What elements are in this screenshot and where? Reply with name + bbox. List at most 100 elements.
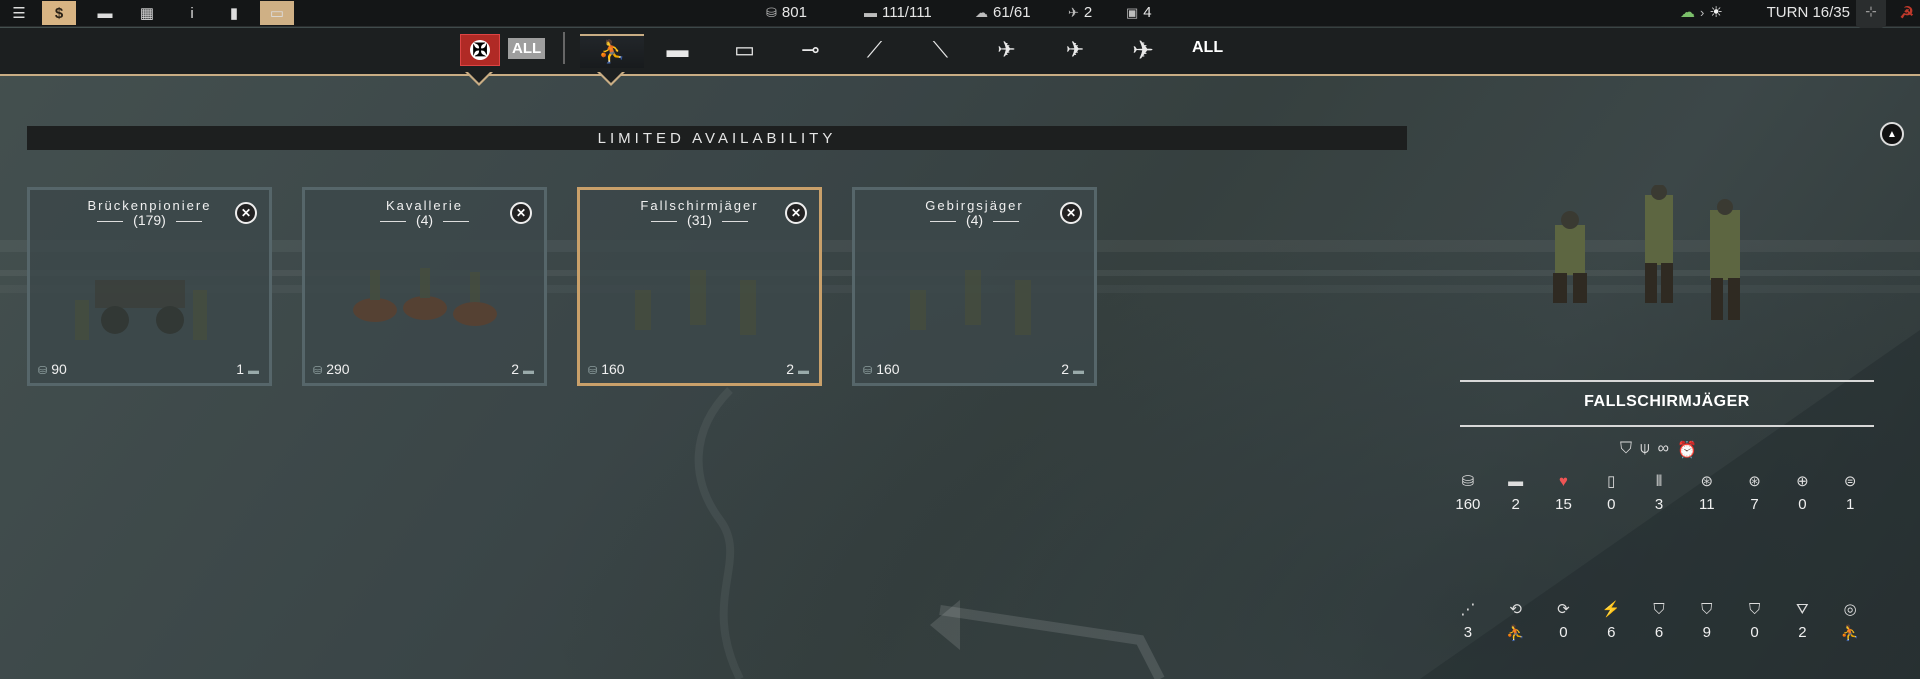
- tactical-bomber-icon: ✈: [1065, 37, 1085, 62]
- unit-name: Brückenpioniere: [87, 198, 212, 213]
- info-button[interactable]: i: [175, 1, 209, 25]
- category-recon[interactable]: ▭: [722, 34, 767, 66]
- stat-value: 3: [1463, 624, 1473, 641]
- recon-vehicle-icon: ▭: [734, 37, 755, 62]
- category-infantry[interactable]: ⛹: [580, 34, 644, 68]
- shield-trait-icon: ⛉: [1620, 440, 1633, 457]
- unit-cost-value: 290: [326, 361, 350, 377]
- unit-availability-count: (31): [580, 212, 819, 228]
- unit-cost: ⛁ 160: [863, 361, 900, 377]
- category-anti-tank[interactable]: ⊸: [788, 34, 833, 66]
- aux-slots-value: 61/61: [993, 4, 1031, 21]
- weather-indicator: ☁ › ☀: [1680, 3, 1723, 21]
- remove-button[interactable]: ✕: [1060, 202, 1082, 224]
- bridge-engineers-illustration: [75, 280, 207, 340]
- other-slots-value: 4: [1143, 4, 1152, 21]
- health-icon: ♥: [1559, 473, 1568, 490]
- menu-button[interactable]: ☰: [2, 1, 36, 25]
- alarm-trait-icon: ⏰: [1677, 442, 1697, 459]
- selected-unit-name: FALLSCHIRMJÄGER: [1584, 393, 1750, 410]
- movement-type-icon: ⟲: [1509, 601, 1522, 618]
- overview-button[interactable]: ▦: [130, 1, 164, 25]
- tank-icon: ▬: [798, 365, 809, 377]
- target-type-icon: ◎: [1843, 601, 1857, 618]
- sun-icon: ☀: [1709, 4, 1723, 21]
- tank-icon: ▬: [666, 37, 689, 62]
- stat-ammo: ⦀ 3: [1635, 472, 1683, 513]
- collapse-panel-button[interactable]: ▲: [1880, 122, 1904, 146]
- artillery-icon: ⟋: [866, 37, 883, 62]
- mountain-troops-illustration: [910, 270, 1031, 335]
- initiative-icon: ⟳: [1557, 601, 1570, 618]
- minimap-button[interactable]: ▭: [260, 1, 294, 25]
- chat-icon: ▬: [97, 4, 113, 22]
- stat-naval-attack: ⊜ 1: [1826, 472, 1874, 513]
- stat-value: 6: [1654, 624, 1664, 641]
- stat-value: 9: [1702, 624, 1711, 641]
- coins-icon: ⛁: [38, 365, 48, 377]
- iron-cross-icon: ✠: [470, 40, 490, 60]
- stat-health: ♥ 15: [1540, 472, 1588, 513]
- parachute-trait-icon: ⍦: [1640, 440, 1650, 457]
- air-defense-icon: ⛉: [1701, 601, 1713, 618]
- ground-defense-icon: ⛉: [1653, 601, 1665, 618]
- category-selection-pointer: [597, 72, 625, 86]
- unit-name: Gebirgsjäger: [925, 198, 1024, 213]
- unit-portrait: [1553, 185, 1740, 320]
- arrow-right-icon: ›: [1700, 4, 1705, 20]
- category-tank[interactable]: ▬: [655, 34, 700, 66]
- stat-air-defense: ⛉ 9: [1683, 600, 1731, 642]
- purchase-button[interactable]: $: [42, 1, 76, 25]
- air-attack-icon: ⊕: [1796, 473, 1809, 490]
- category-fighter[interactable]: ✈: [984, 34, 1029, 66]
- naval-attack-icon: ⊜: [1843, 473, 1857, 490]
- fighter-plane-icon: ✈: [997, 37, 1016, 62]
- unit-card-brueckenpioniere[interactable]: Brückenpioniere (179) ✕ ⛁ 90 1 ▬: [27, 187, 272, 386]
- unit-card-fallschirmjaeger[interactable]: Fallschirmjäger (31) ✕ ⛁ 160 2 ▬: [577, 187, 822, 386]
- unit-slots-value: 2: [1061, 361, 1069, 377]
- cloud-weather-icon: ☁: [1680, 4, 1695, 21]
- stats-button[interactable]: ▮: [217, 1, 251, 25]
- category-artillery[interactable]: ⟋: [852, 34, 897, 66]
- strategic-bomber-icon: ✈: [1132, 34, 1154, 65]
- prestige-value: 801: [781, 4, 807, 21]
- unit-card-gebirgsjaeger[interactable]: Gebirgsjäger (4) ✕ ⛁ 160 2 ▬: [852, 187, 1097, 386]
- cost-icon: ⛁: [1461, 473, 1475, 490]
- unit-slots: 2 ▬: [1061, 361, 1084, 377]
- air-slots-counter: ✈ 2: [1068, 4, 1092, 21]
- unit-cost-value: 160: [601, 361, 625, 377]
- all-classes-button[interactable]: ALL: [1192, 39, 1223, 57]
- close-defense-icon: ⛉: [1748, 601, 1761, 618]
- stat-cost: ⛁ 160: [1444, 472, 1492, 513]
- stat-target-type: ◎ ⛹: [1826, 600, 1874, 642]
- unit-availability-count: (4): [855, 212, 1094, 228]
- remove-button[interactable]: ✕: [785, 202, 807, 224]
- category-tactical-bomber[interactable]: ✈: [1050, 34, 1100, 66]
- movement-icon: ⋰: [1460, 601, 1476, 618]
- stat-value: 11: [1699, 496, 1715, 513]
- chat-button[interactable]: ▬: [88, 1, 122, 25]
- minimap-icon: ▭: [269, 5, 285, 22]
- category-strategic-bomber[interactable]: ✈: [1112, 34, 1174, 66]
- prestige-counter: ⛁ 801: [766, 4, 807, 21]
- stat-value: 0: [1750, 624, 1759, 641]
- stat-movement: ⋰ 3: [1444, 600, 1492, 642]
- category-anti-air[interactable]: ⟍: [918, 34, 963, 66]
- dollar-icon: $: [54, 4, 64, 22]
- core-slots-value: 111/111: [882, 4, 932, 21]
- unit-availability-count: (179): [30, 212, 269, 228]
- nation-germany-button[interactable]: ✠: [460, 34, 500, 66]
- remove-button[interactable]: ✕: [235, 202, 257, 224]
- title-divider-bottom: [1460, 425, 1874, 427]
- remove-button[interactable]: ✕: [510, 202, 532, 224]
- menu-icon: ☰: [12, 5, 26, 22]
- stat-hard-attack: ⊛ 7: [1731, 472, 1779, 513]
- unit-stats-row-1: ⛁ 160 ▬ 2 ♥ 15 ▯ 0 ⦀ 3 ⊛ 11 ⊛ 7 ⊕ 0 ⊜ 1: [1444, 472, 1874, 513]
- ammo-icon: ⦀: [1655, 473, 1663, 490]
- unit-stats-row-2: ⋰ 3 ⟲ ⛹ ⟳ 0 ⚡ 6 ⛉ 6 ⛉ 9 ⛉ 0 ⛛ 2 ◎ ⛹: [1444, 600, 1874, 642]
- soft-attack-icon: ⊛: [1700, 473, 1714, 490]
- stat-value: ⛹: [1506, 625, 1526, 642]
- close-icon: ✕: [515, 206, 527, 220]
- all-nations-button[interactable]: ALL: [508, 38, 546, 59]
- unit-card-kavallerie[interactable]: Kavallerie (4) ✕ ⛁ 290 2 ▬: [302, 187, 547, 386]
